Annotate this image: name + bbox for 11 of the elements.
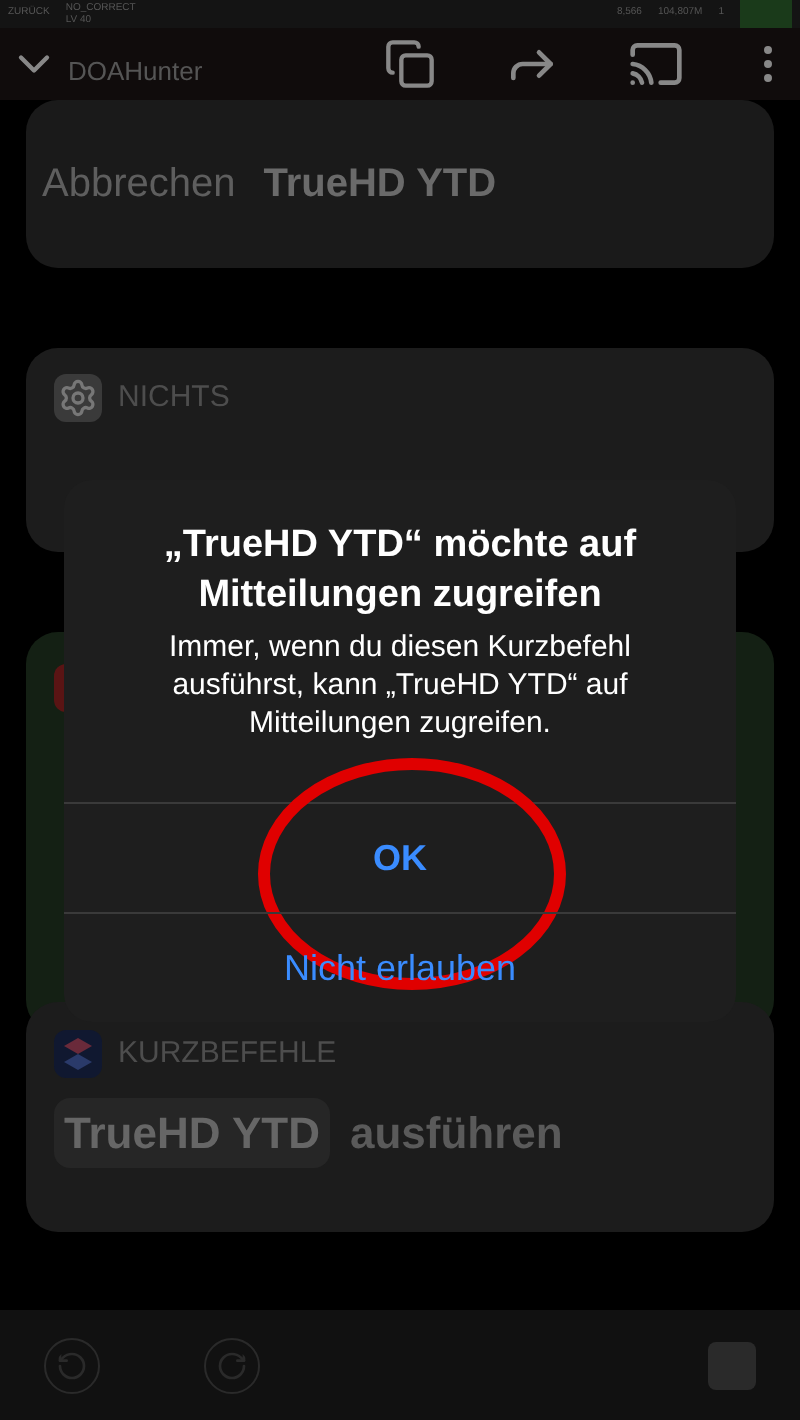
alert-title: „TrueHD YTD“ möchte auf Mitteilungen zugreifen [161, 522, 639, 620]
variable-token[interactable]: TrueHD YTD [54, 1098, 330, 1168]
channel-name: DOAHunter [68, 54, 203, 91]
alert-button[interactable]: OK [64, 804, 736, 912]
add-to-playlist-icon[interactable] [384, 38, 436, 90]
shortcuts-icon [54, 1030, 102, 1078]
cancel-button[interactable]: Abbrechen [42, 154, 236, 214]
alert-message: Immer, wenn du diesen Kurzbefehl ausführst, kann „TrueHD YTD“ auf Mitteilungen zugreifen. [167, 628, 633, 742]
shortcut-title: TrueHD YTD [263, 160, 497, 210]
gear-icon [54, 374, 102, 422]
action-text: ausführen [349, 1106, 563, 1162]
